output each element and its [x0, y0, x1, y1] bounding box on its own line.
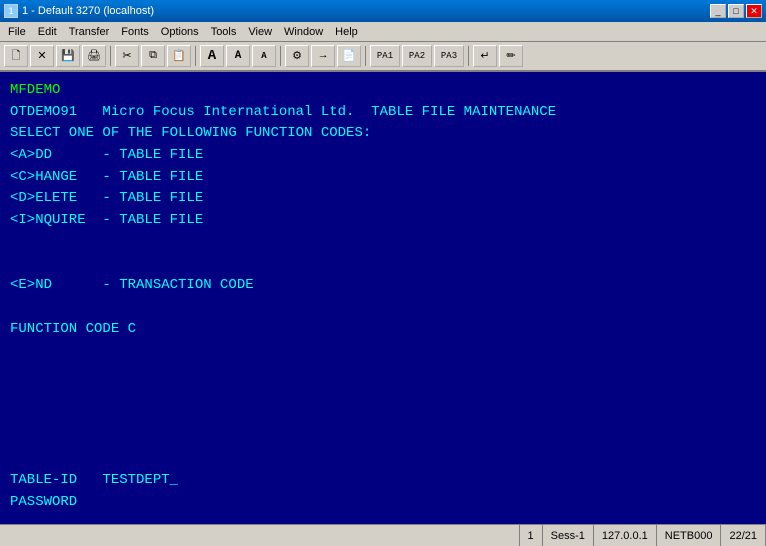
- menu-options[interactable]: Options: [155, 25, 205, 39]
- print-button[interactable]: 🖨: [82, 45, 106, 67]
- status-session-name: Sess-1: [543, 525, 594, 546]
- save-button[interactable]: 💾: [56, 45, 80, 67]
- maximize-button[interactable]: □: [728, 4, 744, 18]
- terminal-line-19: [10, 427, 756, 449]
- terminal-line-11: [10, 254, 756, 276]
- window-title: 1 - Default 3270 (localhost): [22, 5, 154, 17]
- clipboard-button[interactable]: 📄: [337, 45, 361, 67]
- terminal-line-18: [10, 405, 756, 427]
- cut-button[interactable]: ✂: [115, 45, 139, 67]
- status-session-number: 1: [520, 525, 543, 546]
- pa1-button[interactable]: PA1: [370, 45, 400, 67]
- status-network: NETB000: [657, 525, 722, 546]
- status-bar: 1 Sess-1 127.0.0.1 NETB000 22/21: [0, 524, 766, 546]
- font-small-button[interactable]: A: [252, 45, 276, 67]
- pa2-button[interactable]: PA2: [402, 45, 432, 67]
- new-button[interactable]: 🗋: [4, 45, 28, 67]
- menu-fonts[interactable]: Fonts: [115, 25, 155, 39]
- pencil-button[interactable]: ✏: [499, 45, 523, 67]
- terminal-line-10: [10, 232, 756, 254]
- terminal-line-1: MFDEMO: [10, 80, 756, 102]
- enter-button[interactable]: ↵: [473, 45, 497, 67]
- title-bar: 1 1 - Default 3270 (localhost) _ □ ✕: [0, 0, 766, 22]
- font-medium-button[interactable]: A: [226, 45, 250, 67]
- font-large-button[interactable]: A: [200, 45, 224, 67]
- terminal-screen[interactable]: MFDEMO OTDEMO91 Micro Focus Internationa…: [0, 72, 766, 524]
- menu-bar: File Edit Transfer Fonts Options Tools V…: [0, 22, 766, 42]
- menu-view[interactable]: View: [242, 25, 278, 39]
- terminal-line-16: [10, 362, 756, 384]
- menu-file[interactable]: File: [2, 25, 32, 39]
- terminal-line-21: TABLE-ID TESTDEPT_: [10, 470, 756, 492]
- arrow-button[interactable]: →: [311, 45, 335, 67]
- terminal-line-22: PASSWORD: [10, 492, 756, 514]
- tools-button[interactable]: ⚙: [285, 45, 309, 67]
- close-button[interactable]: ✕: [746, 4, 762, 18]
- terminal-line-12: <E>ND - TRANSACTION CODE: [10, 275, 756, 297]
- menu-edit[interactable]: Edit: [32, 25, 63, 39]
- terminal-line-8: <D>ELETE - TABLE FILE: [10, 188, 756, 210]
- terminal-line-4: SELECT ONE OF THE FOLLOWING FUNCTION COD…: [10, 123, 756, 145]
- terminal-line-6: <A>DD - TABLE FILE: [10, 145, 756, 167]
- terminal-line-9: <I>NQUIRE - TABLE FILE: [10, 210, 756, 232]
- app-icon: 1: [4, 4, 18, 18]
- copy-button[interactable]: ⧉: [141, 45, 165, 67]
- toolbar: 🗋 ✕ 💾 🖨 ✂ ⧉ 📋 A A A ⚙ → 📄 PA1 PA2 PA3 ↵ …: [0, 42, 766, 72]
- close-session-button[interactable]: ✕: [30, 45, 54, 67]
- paste-button[interactable]: 📋: [167, 45, 191, 67]
- minimize-button[interactable]: _: [710, 4, 726, 18]
- terminal-line-17: [10, 384, 756, 406]
- status-ip-address: 127.0.0.1: [594, 525, 657, 546]
- window-controls[interactable]: _ □ ✕: [710, 4, 762, 18]
- pa3-button[interactable]: PA3: [434, 45, 464, 67]
- terminal-line-15: [10, 340, 756, 362]
- status-cell-1: [0, 525, 520, 546]
- terminal-line-13: [10, 297, 756, 319]
- menu-help[interactable]: Help: [329, 25, 364, 39]
- title-bar-left: 1 1 - Default 3270 (localhost): [4, 4, 154, 18]
- menu-tools[interactable]: Tools: [205, 25, 243, 39]
- terminal-line-7: <C>HANGE - TABLE FILE: [10, 167, 756, 189]
- status-cursor-pos: 22/21: [721, 525, 766, 546]
- terminal-line-2: OTDEMO91 Micro Focus International Ltd. …: [10, 102, 756, 124]
- menu-transfer[interactable]: Transfer: [63, 25, 116, 39]
- terminal-line-20: [10, 449, 756, 471]
- menu-window[interactable]: Window: [278, 25, 329, 39]
- terminal-line-14: FUNCTION CODE C: [10, 319, 756, 341]
